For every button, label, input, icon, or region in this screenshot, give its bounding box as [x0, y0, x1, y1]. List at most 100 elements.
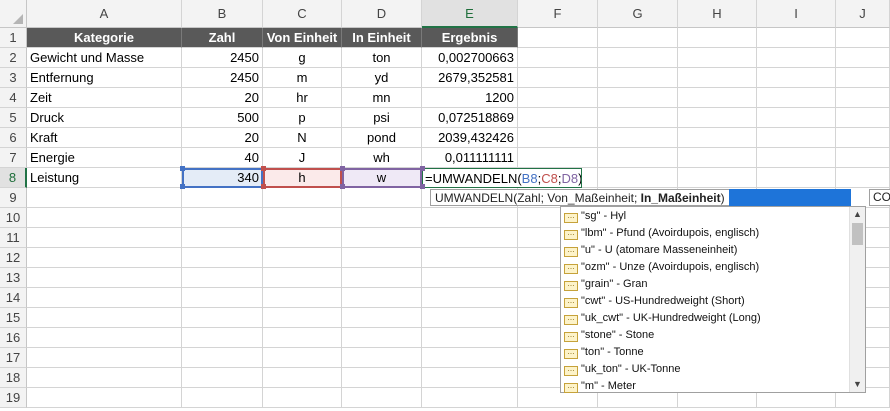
cell-b2[interactable]: 2450 — [182, 48, 263, 68]
row-header-19[interactable]: 19 — [0, 388, 27, 408]
empty-cell[interactable] — [27, 328, 182, 348]
autocomplete-item[interactable]: ⋯ "u" - U (atomare Masseneinheit) — [564, 242, 737, 259]
empty-cell[interactable] — [678, 128, 757, 148]
empty-cell[interactable] — [263, 248, 342, 268]
empty-cell[interactable] — [342, 268, 422, 288]
empty-cell[interactable] — [518, 88, 598, 108]
empty-cell[interactable] — [27, 388, 182, 408]
empty-cell[interactable] — [518, 148, 598, 168]
cell-a5[interactable]: Druck — [27, 108, 182, 128]
empty-cell[interactable] — [27, 348, 182, 368]
empty-cell[interactable] — [263, 228, 342, 248]
scroll-up-icon[interactable]: ▲ — [850, 207, 865, 222]
empty-cell[interactable] — [518, 68, 598, 88]
row-header-2[interactable]: 2 — [0, 48, 27, 68]
column-header-c[interactable]: C — [263, 0, 342, 28]
scroll-down-icon[interactable]: ▼ — [850, 377, 865, 392]
cell-c7[interactable]: J — [263, 148, 342, 168]
ref-handle-d8-bl[interactable] — [340, 184, 345, 189]
cell-d5[interactable]: psi — [342, 108, 422, 128]
row-header-18[interactable]: 18 — [0, 368, 27, 388]
row-header-14[interactable]: 14 — [0, 288, 27, 308]
empty-cell[interactable] — [757, 88, 836, 108]
row-header-15[interactable]: 15 — [0, 308, 27, 328]
empty-cell[interactable] — [27, 188, 182, 208]
autocomplete-item[interactable]: ⋯ "cwt" - US-Hundredweight (Short) — [564, 293, 745, 310]
cell-d6[interactable]: pond — [342, 128, 422, 148]
empty-cell[interactable] — [342, 368, 422, 388]
column-header-a[interactable]: A — [27, 0, 182, 28]
select-all-corner[interactable] — [0, 0, 27, 28]
autocomplete-item[interactable]: ⋯ "sg" - Hyl — [564, 208, 626, 225]
empty-cell[interactable] — [182, 328, 263, 348]
empty-cell[interactable] — [342, 288, 422, 308]
cell-d7[interactable]: wh — [342, 148, 422, 168]
empty-cell[interactable] — [757, 148, 836, 168]
header-cell-in-einheit[interactable]: In Einheit — [342, 28, 422, 48]
cell-c5[interactable]: p — [263, 108, 342, 128]
empty-cell[interactable] — [263, 188, 342, 208]
empty-cell[interactable] — [598, 128, 678, 148]
row-header-1[interactable]: 1 — [0, 28, 27, 48]
autocomplete-item[interactable]: ⋯ "ozm" - Unze (Avoirdupois, englisch) — [564, 259, 759, 276]
autocomplete-item[interactable]: ⋯ "ton" - Tonne — [564, 344, 644, 361]
empty-cell[interactable] — [836, 68, 890, 88]
empty-cell[interactable] — [678, 48, 757, 68]
empty-cell[interactable] — [342, 248, 422, 268]
empty-cell[interactable] — [598, 28, 678, 48]
empty-cell[interactable] — [342, 328, 422, 348]
empty-cell[interactable] — [757, 48, 836, 68]
empty-cell[interactable] — [422, 208, 518, 228]
empty-cell[interactable] — [422, 288, 518, 308]
row-header-4[interactable]: 4 — [0, 88, 27, 108]
row-header-7[interactable]: 7 — [0, 148, 27, 168]
empty-cell[interactable] — [263, 328, 342, 348]
empty-cell[interactable] — [422, 248, 518, 268]
cell-b4[interactable]: 20 — [182, 88, 263, 108]
empty-cell[interactable] — [598, 108, 678, 128]
scrollbar-thumb[interactable] — [852, 223, 863, 245]
column-header-f[interactable]: F — [518, 0, 598, 28]
ref-handle-d8-tr[interactable] — [420, 166, 425, 171]
empty-cell[interactable] — [263, 208, 342, 228]
empty-cell[interactable] — [422, 228, 518, 248]
autocomplete-item[interactable]: ⋯ "uk_ton" - UK-Tonne — [564, 361, 681, 378]
empty-cell[interactable] — [678, 88, 757, 108]
empty-cell[interactable] — [836, 148, 890, 168]
empty-cell[interactable] — [836, 88, 890, 108]
empty-cell[interactable] — [27, 208, 182, 228]
empty-cell[interactable] — [263, 268, 342, 288]
empty-cell[interactable] — [678, 108, 757, 128]
cell-c8-referenced[interactable]: h — [263, 168, 342, 188]
column-header-h[interactable]: H — [678, 0, 757, 28]
row-header-11[interactable]: 11 — [0, 228, 27, 248]
empty-cell[interactable] — [757, 128, 836, 148]
column-header-g[interactable]: G — [598, 0, 678, 28]
empty-cell[interactable] — [422, 368, 518, 388]
column-header-d[interactable]: D — [342, 0, 422, 28]
ref-handle-b8-bl[interactable] — [180, 184, 185, 189]
empty-cell[interactable] — [27, 368, 182, 388]
empty-cell[interactable] — [27, 268, 182, 288]
autocomplete-item[interactable]: ⋯ "m" - Meter — [564, 378, 636, 395]
empty-cell[interactable] — [598, 68, 678, 88]
empty-cell[interactable] — [342, 188, 422, 208]
row-header-9[interactable]: 9 — [0, 188, 27, 208]
row-header-12[interactable]: 12 — [0, 248, 27, 268]
cell-e2[interactable]: 0,002700663 — [422, 48, 518, 68]
empty-cell[interactable] — [342, 348, 422, 368]
cell-d4[interactable]: mn — [342, 88, 422, 108]
ref-handle-d8-br[interactable] — [420, 184, 425, 189]
column-header-e[interactable]: E — [422, 0, 518, 28]
empty-cell[interactable] — [422, 268, 518, 288]
cell-c6[interactable]: N — [263, 128, 342, 148]
empty-cell[interactable] — [836, 48, 890, 68]
column-header-b[interactable]: B — [182, 0, 263, 28]
cell-c4[interactable]: hr — [263, 88, 342, 108]
cell-a3[interactable]: Entfernung — [27, 68, 182, 88]
empty-cell[interactable] — [518, 108, 598, 128]
cell-c3[interactable]: m — [263, 68, 342, 88]
header-cell-ergebnis[interactable]: Ergebnis — [422, 28, 518, 48]
empty-cell[interactable] — [263, 288, 342, 308]
empty-cell[interactable] — [263, 308, 342, 328]
